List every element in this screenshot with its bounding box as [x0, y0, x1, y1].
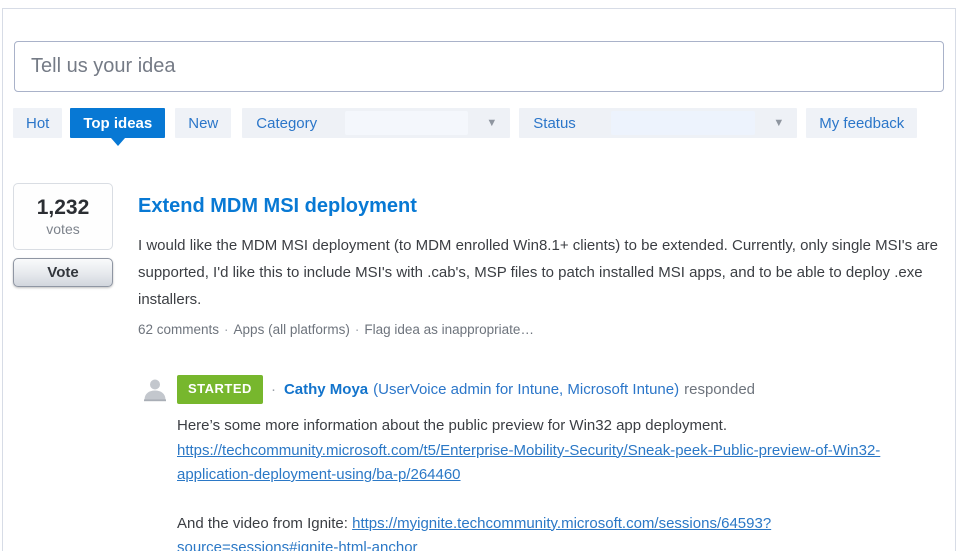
- forum-panel: Hot Top ideas New Category ▼ Status ▼ My…: [2, 8, 956, 551]
- header-separator: ·: [263, 379, 284, 401]
- idea-meta-row: 62 comments·Apps (all platforms)·Flag id…: [138, 321, 946, 339]
- vote-count: 1,232: [14, 196, 112, 220]
- response-link1-line: https://techcommunity.microsoft.com/t5/E…: [177, 439, 931, 488]
- vote-button[interactable]: Vote: [13, 258, 113, 287]
- response-header: STARTED · Cathy Moya (UserVoice admin fo…: [177, 375, 946, 404]
- responded-label: responded: [684, 379, 755, 401]
- category-dropdown[interactable]: Category ▼: [242, 108, 510, 138]
- meta-separator: ·: [219, 322, 234, 337]
- response-paragraph2: And the video from Ignite: https://myign…: [177, 512, 931, 551]
- tab-hot[interactable]: Hot: [13, 108, 62, 138]
- idea-content: Extend MDM MSI deployment I would like t…: [138, 194, 946, 551]
- status-dropdown-label: Status: [533, 115, 576, 132]
- paragraph2-prefix: And the video from Ignite:: [177, 515, 352, 532]
- tab-top-ideas[interactable]: Top ideas: [70, 108, 165, 138]
- tab-new-label: New: [188, 115, 218, 132]
- admin-avatar: [142, 376, 168, 402]
- chevron-down-icon: ▼: [773, 117, 784, 129]
- meta-separator: ·: [350, 322, 365, 337]
- status-selected-value: [611, 111, 755, 135]
- idea-description: I would like the MDM MSI deployment (to …: [138, 232, 944, 313]
- category-dropdown-label: Category: [256, 115, 317, 132]
- tab-hot-label: Hot: [26, 115, 49, 132]
- vote-count-box: 1,232 votes: [13, 183, 113, 250]
- my-feedback-label: My feedback: [819, 115, 904, 132]
- idea-title-link[interactable]: Extend MDM MSI deployment: [138, 194, 417, 219]
- idea-category-link[interactable]: Apps (all platforms): [234, 322, 350, 337]
- response-body: Here’s some more information about the p…: [177, 414, 931, 551]
- active-tab-pointer: [111, 138, 125, 146]
- my-feedback-button[interactable]: My feedback: [806, 108, 917, 138]
- status-dropdown[interactable]: Status ▼: [519, 108, 797, 138]
- tab-top-ideas-label: Top ideas: [83, 115, 152, 132]
- status-badge: STARTED: [177, 375, 263, 404]
- vote-module: 1,232 votes Vote: [13, 183, 113, 287]
- admin-role: (UserVoice admin for Intune, Microsoft I…: [373, 379, 679, 401]
- votes-label: votes: [14, 220, 112, 238]
- techcommunity-link[interactable]: https://techcommunity.microsoft.com/t5/E…: [177, 442, 880, 484]
- response-paragraph: Here’s some more information about the p…: [177, 414, 931, 439]
- comments-count-link[interactable]: 62 comments: [138, 322, 219, 337]
- idea-search-input[interactable]: [14, 41, 944, 92]
- chevron-down-icon: ▼: [486, 117, 497, 129]
- category-selected-value: [345, 111, 468, 135]
- admin-response: STARTED · Cathy Moya (UserVoice admin fo…: [138, 375, 946, 551]
- filter-tab-bar: Hot Top ideas New Category ▼ Status ▼ My…: [13, 108, 917, 138]
- flag-idea-link[interactable]: Flag idea as inappropriate…: [364, 322, 534, 337]
- person-icon: [142, 376, 168, 402]
- tab-new[interactable]: New: [175, 108, 231, 138]
- admin-name-link[interactable]: Cathy Moya: [284, 379, 368, 401]
